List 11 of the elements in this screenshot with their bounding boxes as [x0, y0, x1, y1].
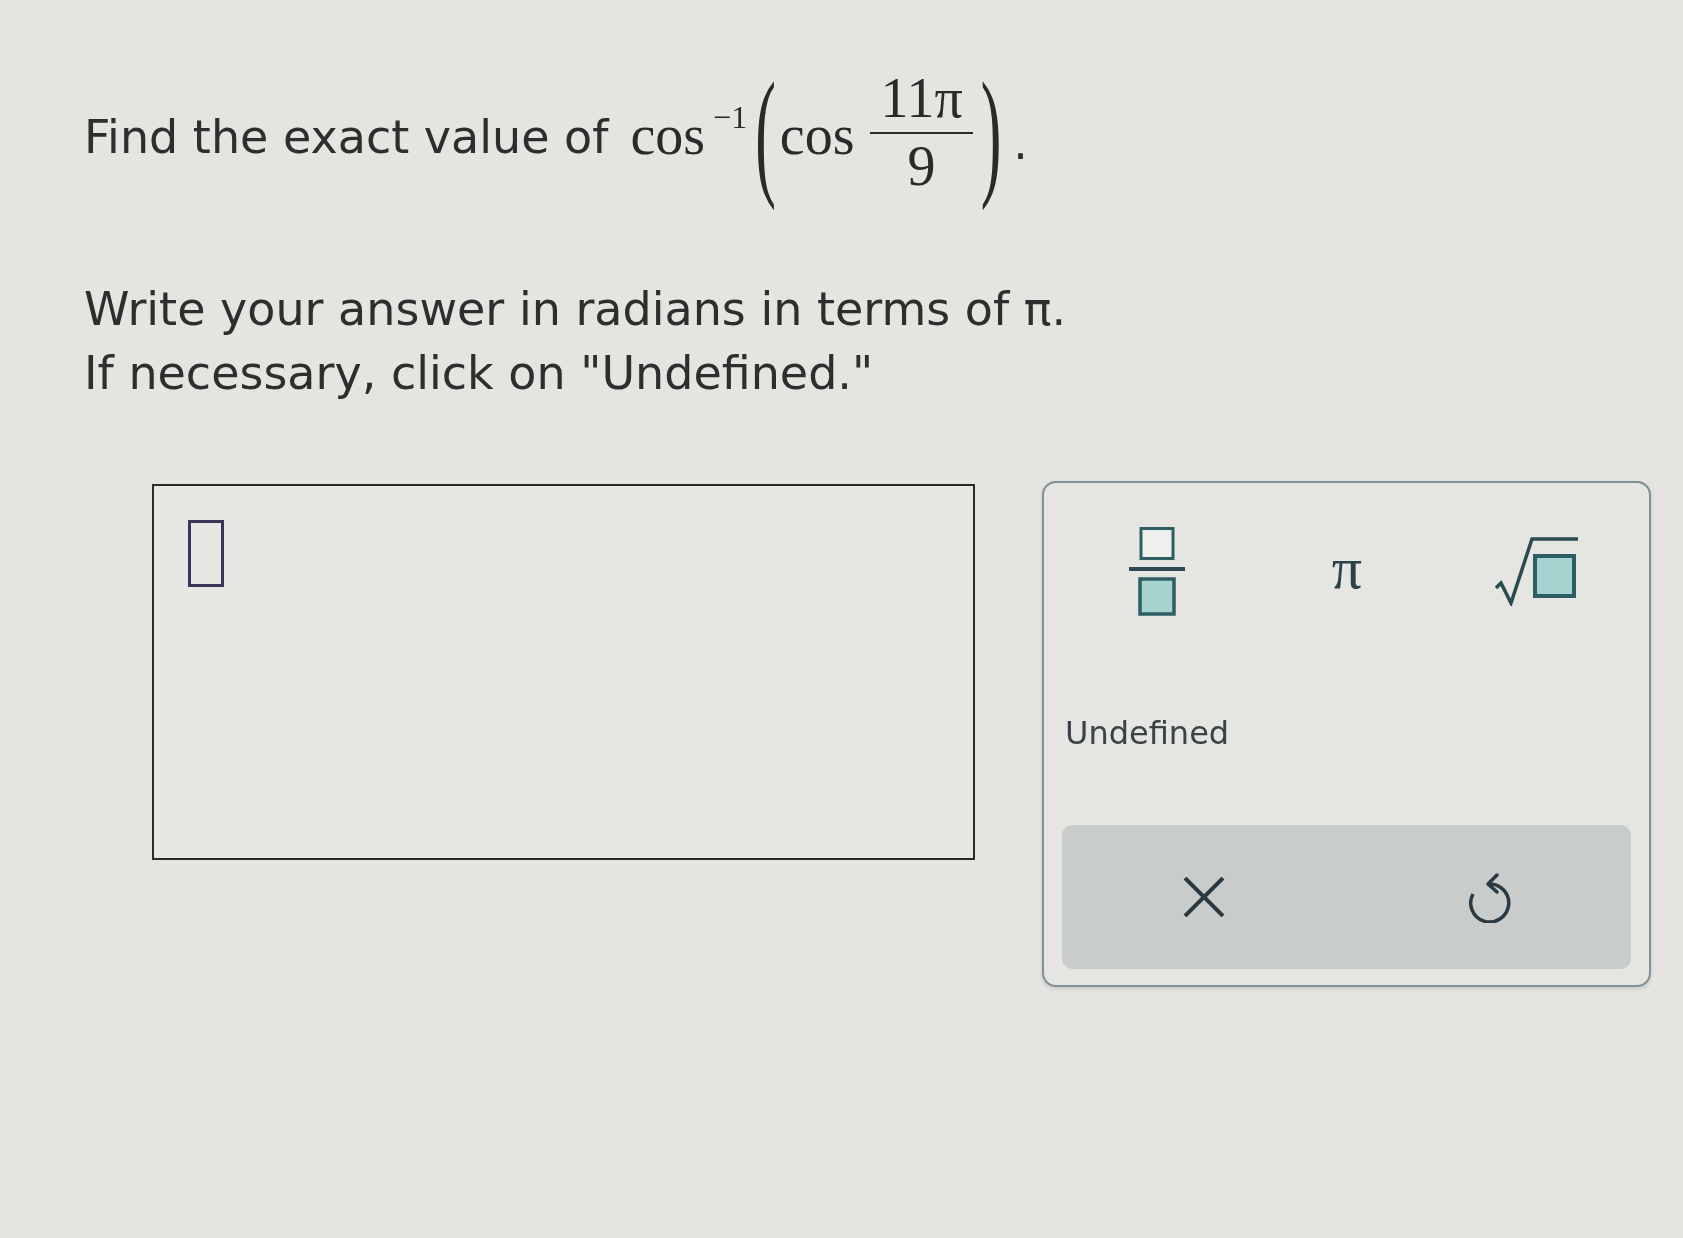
undo-icon: [1466, 871, 1511, 923]
pi-button[interactable]: π: [1327, 538, 1367, 604]
instruction-text: If necessary, click on "Undefined.": [84, 345, 874, 402]
undefined-button[interactable]: Undefined: [1065, 713, 1230, 753]
undo-button[interactable]: [1466, 871, 1511, 923]
instruction-text: Write your answer in radians in terms of π.: [84, 281, 1067, 338]
question-text: Find the exact value of: [84, 110, 609, 166]
clear-button[interactable]: [1183, 877, 1226, 917]
square-root-icon: [1495, 536, 1579, 606]
fraction-icon: [1129, 526, 1185, 616]
close-icon: [1183, 877, 1226, 917]
